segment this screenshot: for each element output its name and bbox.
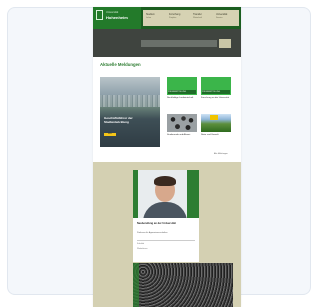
- nav-item-1[interactable]: Forschung: [169, 13, 180, 16]
- featured-more-button[interactable]: Mehr: [104, 133, 116, 136]
- news-tile-1[interactable]: PRESSEMITTEILUNG: [201, 77, 231, 95]
- news-tile-3[interactable]: [201, 114, 231, 132]
- portrait-shoulders: [143, 202, 187, 218]
- portrait-hair: [154, 176, 176, 186]
- search-input[interactable]: [141, 40, 217, 47]
- sign-image: [210, 115, 218, 120]
- divider: [137, 240, 195, 241]
- crowd-accent-bar: [133, 263, 139, 307]
- more-news-link[interactable]: Alle Meldungen: [214, 153, 228, 155]
- featured-title: Geschäftsführer der Stadtentwicklung: [104, 116, 133, 124]
- city-skyline-image: [100, 95, 160, 107]
- nav-sub-1[interactable]: Projekte: [169, 17, 176, 19]
- profile-subtitle: Professor für Agrarwissenschaften: [137, 232, 168, 234]
- photo-accent-bar: [133, 170, 138, 218]
- main-nav: Studium Lehre Forschung Projekte Transfe…: [143, 10, 239, 26]
- crowd-image: [133, 263, 233, 307]
- nav-sub-2[interactable]: Wirtschaft: [193, 17, 202, 19]
- tile-label-0: PRESSEMITTEILUNG: [168, 90, 196, 94]
- nav-item-0[interactable]: Studium: [146, 13, 155, 16]
- site-logo[interactable]: Universität Hohenheim: [93, 7, 141, 29]
- tile-caption-3[interactable]: Natur und Umwelt: [201, 134, 231, 137]
- tile-caption-2[interactable]: Studierende und Alumni: [167, 134, 197, 137]
- nav-sub-3[interactable]: Service: [216, 17, 223, 19]
- photo-accent-block: [187, 170, 199, 218]
- search-button[interactable]: [219, 39, 231, 48]
- logo-small-text: Universität: [106, 11, 119, 14]
- nav-item-2[interactable]: Transfer: [193, 13, 202, 16]
- logo-large-text: Hohenheim: [106, 15, 128, 20]
- website-preview: Universität Hohenheim Studium Lehre Fors…: [93, 7, 241, 307]
- nav-sub-0[interactable]: Lehre: [146, 17, 151, 19]
- portrait-image: [133, 170, 199, 218]
- featured-story[interactable]: Geschäftsführer der Stadtentwicklung Meh…: [100, 77, 160, 147]
- profile-link[interactable]: Weiterlesen: [137, 248, 148, 250]
- profile-meta: Fakultät: [137, 243, 145, 245]
- tile-label-1: PRESSEMITTEILUNG: [202, 90, 230, 94]
- news-tile-2[interactable]: [167, 114, 197, 132]
- nav-item-3[interactable]: Universität: [216, 13, 227, 16]
- tile-caption-0[interactable]: Nachhaltige Landwirtschaft: [167, 97, 197, 100]
- section-heading: Aktuelle Meldungen: [100, 62, 141, 67]
- logo-icon: [96, 10, 103, 20]
- profile-title[interactable]: Neuberufung an der Universität: [137, 222, 195, 225]
- tile-caption-1[interactable]: Forschung an der Universität: [201, 97, 231, 100]
- news-tile-0[interactable]: PRESSEMITTEILUNG: [167, 77, 197, 95]
